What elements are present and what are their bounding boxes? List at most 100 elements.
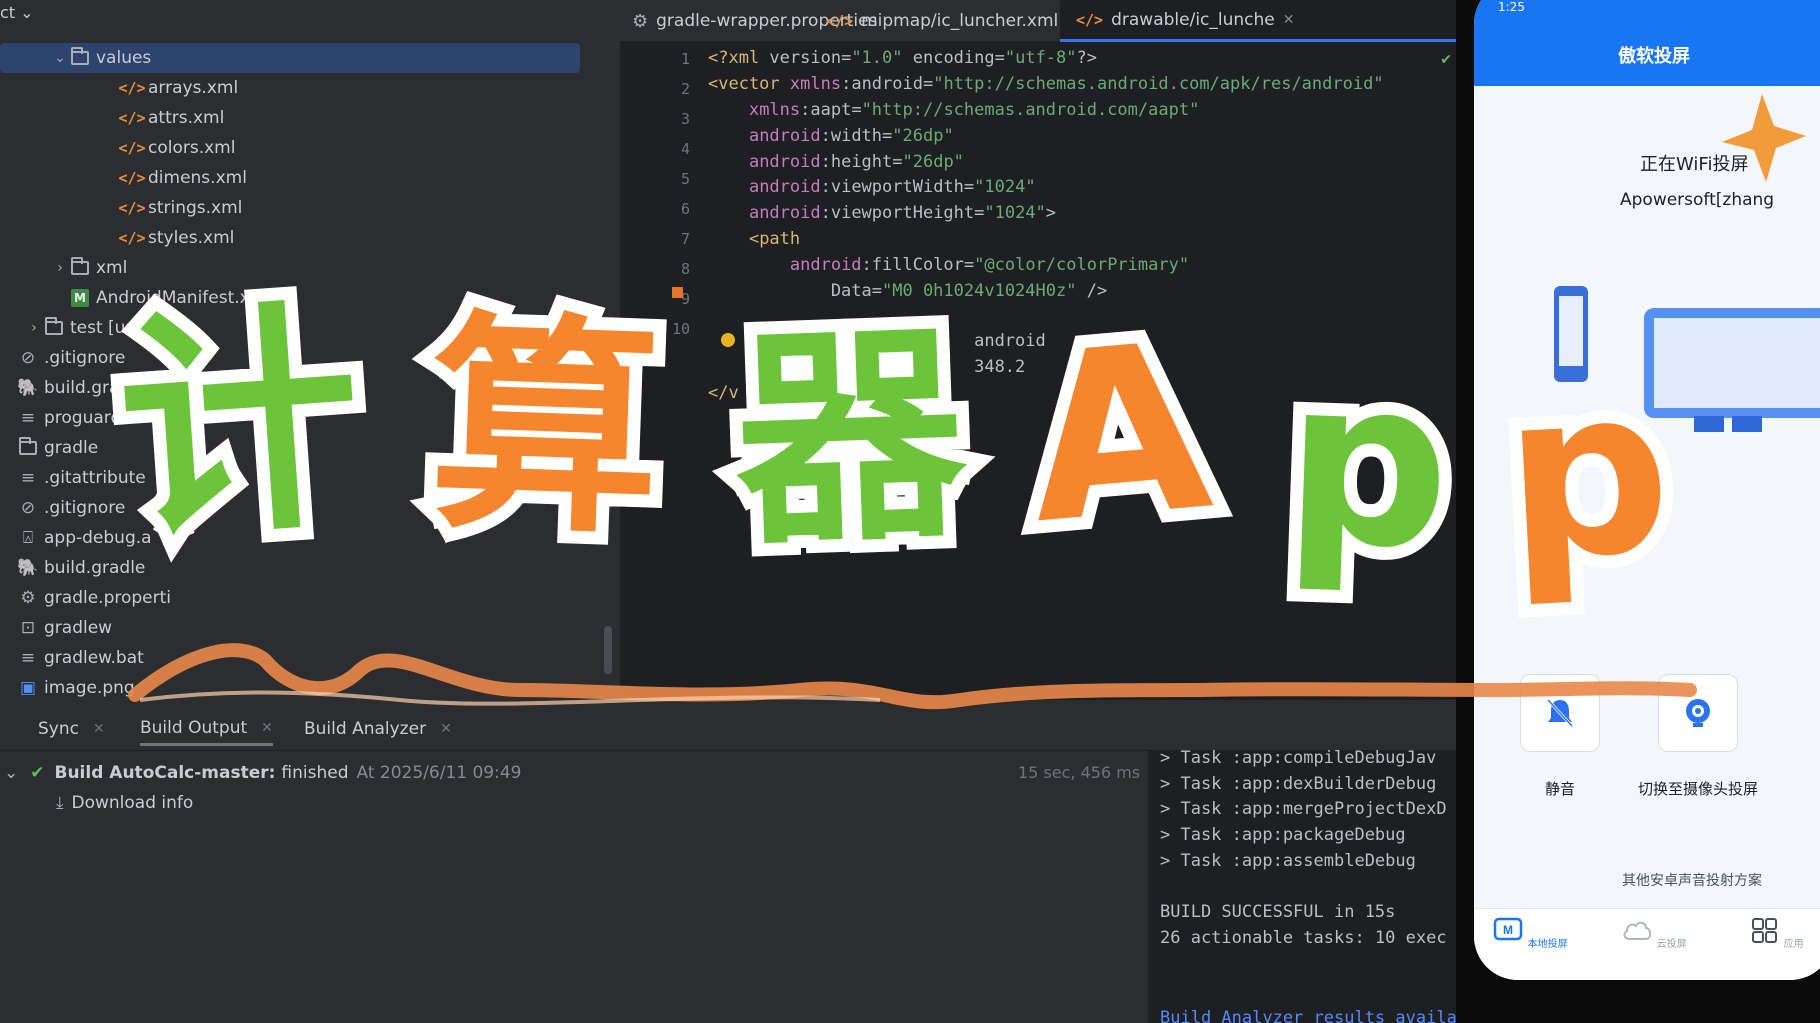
chevron-right-icon[interactable]: ›: [52, 260, 68, 276]
other-audio-link[interactable]: 其他安卓声音投射方案: [1622, 870, 1762, 890]
code-line: android: [708, 331, 1046, 351]
tree-item[interactable]: › test [unitTest]: [0, 313, 188, 343]
tree-item[interactable]: </> attrs.xml: [0, 103, 224, 133]
chevron-down-icon: ⌄: [20, 3, 34, 22]
tree-item[interactable]: ⊡ gradlew: [0, 613, 112, 643]
tree-item[interactable]: </> styles.xml: [0, 223, 234, 253]
image-icon: ▣: [19, 678, 37, 698]
tab-build-output[interactable]: Build Output ✕: [140, 712, 273, 746]
manifest-icon: M: [68, 289, 92, 307]
tree-item[interactable]: ≡ gradlew.bat: [0, 643, 144, 673]
line-number: 9: [680, 290, 690, 308]
nav-apps[interactable]: 应用: [1736, 917, 1816, 950]
app-title: 傲软投屏: [1618, 46, 1690, 67]
line-number: 4: [680, 140, 690, 158]
tree-item[interactable]: ▣ image.png: [0, 673, 135, 700]
chevron-right-icon[interactable]: ›: [26, 320, 42, 336]
build-duration: 15 sec, 456 ms: [1018, 763, 1141, 782]
console-line: > Task :app:dexBuilderDebug: [1160, 773, 1437, 794]
color-swatch-marker[interactable]: [672, 287, 683, 298]
tree-item-label: .gitignore: [44, 498, 126, 518]
mute-bell-icon: [1546, 698, 1574, 728]
code-editor: ⚙ gradle-wrapper.properties </> mipmap/i…: [620, 0, 1456, 700]
tree-item[interactable]: </> arrays.xml: [0, 73, 238, 103]
tree-item[interactable]: ⌄ values: [0, 43, 580, 73]
console-line: > Task :app:packageDebug: [1160, 825, 1406, 846]
app-header: 1:25 傲软投屏: [1474, 0, 1820, 86]
tab-drawable-ic-luncher[interactable]: </> drawable/ic_lunche ✕: [1060, 0, 1456, 42]
file-icon: ≡: [20, 468, 36, 488]
tree-item[interactable]: › xml: [0, 253, 127, 283]
status-time: 1:25: [1498, 0, 1525, 14]
switch-camera-button[interactable]: [1658, 674, 1738, 752]
casting-status-text: 正在WiFi投屏: [1640, 154, 1749, 175]
tree-item-label: proguard-: [44, 408, 128, 428]
gradle-icon: 🐘: [17, 378, 39, 398]
tree-item-label: build.gradle: [44, 558, 146, 578]
tree-item[interactable]: ≡ proguard-: [0, 403, 128, 433]
download-info-row[interactable]: ⤓ Download info: [56, 788, 193, 818]
tree-item-label: gradle.properti: [44, 588, 172, 608]
mute-button[interactable]: [1520, 674, 1600, 752]
close-icon[interactable]: ✕: [261, 720, 273, 736]
tree-item[interactable]: ⊘ .gitignore: [0, 493, 125, 523]
line-number: 1: [680, 50, 690, 68]
close-icon[interactable]: ✕: [440, 721, 452, 737]
chevron-down-icon[interactable]: ⌄: [4, 763, 18, 783]
editor-tab-bar: ⚙ gradle-wrapper.properties </> mipmap/i…: [620, 0, 1456, 42]
project-tree-panel: ct ⌄ ⌄ values </> arrays.xml </> attrs.xml </>…: [0, 0, 620, 700]
tree-item-label: values: [96, 48, 152, 68]
tree-scrollbar[interactable]: [604, 626, 612, 674]
folder-icon: [42, 317, 66, 335]
code-line: android:height="26dp": [748, 152, 964, 172]
nav-local-cast[interactable]: M 本地投屏: [1490, 917, 1570, 950]
chevron-down-icon[interactable]: ⌄: [52, 50, 68, 66]
line-number: 2: [680, 80, 690, 98]
code-line: <?xml version="1.0" encoding="utf-8"?>: [708, 48, 1097, 68]
cloud-icon: [1623, 921, 1652, 940]
tree-item[interactable]: </> strings.xml: [0, 193, 242, 223]
build-analyzer-link[interactable]: Build Analyzer results available: [1160, 1008, 1456, 1023]
code-line: android:width="26dp": [748, 126, 954, 146]
lightbulb-icon[interactable]: [721, 333, 735, 347]
tab-mipmap-ic-luncher[interactable]: </> mipmap/ic_luncher.xml: [826, 0, 1058, 42]
tree-item[interactable]: </> colors.xml: [0, 133, 235, 163]
tree-item-label: AndroidManifest.xml: [96, 288, 272, 308]
folder-icon: [16, 437, 40, 455]
code-line: </v: [708, 383, 739, 403]
tree-item-label: build.gra: [44, 378, 120, 398]
gear-icon: ⚙: [632, 10, 649, 32]
tree-item[interactable]: gradle: [0, 433, 98, 463]
tree-item-label: strings.xml: [148, 198, 243, 218]
xml-icon: </>: [118, 79, 146, 97]
close-icon[interactable]: ✕: [93, 721, 105, 737]
line-number: 3: [680, 110, 690, 128]
folder-icon: [68, 257, 92, 275]
tree-item[interactable]: </> dimens.xml: [0, 163, 246, 193]
tree-item[interactable]: 🐘 build.gradle: [0, 553, 145, 583]
line-number: 5: [680, 170, 690, 188]
tree-item[interactable]: 🐘 build.gra: [0, 373, 119, 403]
tree-item[interactable]: ⚙ gradle.properti: [0, 583, 171, 613]
xml-icon: </>: [118, 199, 146, 217]
build-result-row[interactable]: ⌄ ✔ Build AutoCalc-master: finished At 2…: [0, 758, 521, 788]
tree-item[interactable]: ⍓ app-debug.a: [0, 523, 152, 553]
nav-cloud-cast[interactable]: 云投屏: [1614, 917, 1694, 950]
tree-item[interactable]: ≡ .gitattribute: [0, 463, 146, 493]
close-icon[interactable]: ✕: [1283, 12, 1295, 28]
svg-text:M: M: [1503, 923, 1513, 937]
file-icon: ≡: [20, 648, 36, 668]
tree-item-label: app-debug.a: [44, 528, 152, 548]
tab-build-analyzer[interactable]: Build Analyzer ✕: [304, 712, 452, 746]
tree-item[interactable]: M AndroidManifest.xml: [0, 283, 271, 313]
build-console[interactable]: > Task :app:compileDebugJav > Task :app:d…: [1148, 750, 1456, 1023]
console-line: > Task :app:assembleDebug: [1160, 850, 1416, 871]
grid-icon: [1752, 918, 1778, 943]
project-header[interactable]: ct ⌄: [0, 0, 34, 26]
tree-item-label: gradlew.bat: [44, 648, 144, 668]
camera-icon: [1686, 699, 1710, 727]
tab-sync[interactable]: Sync ✕: [38, 712, 105, 746]
tree-item-label: arrays.xml: [148, 78, 239, 98]
tree-item[interactable]: ⊘ .gitignore: [0, 343, 125, 373]
xml-icon: </>: [118, 229, 146, 247]
